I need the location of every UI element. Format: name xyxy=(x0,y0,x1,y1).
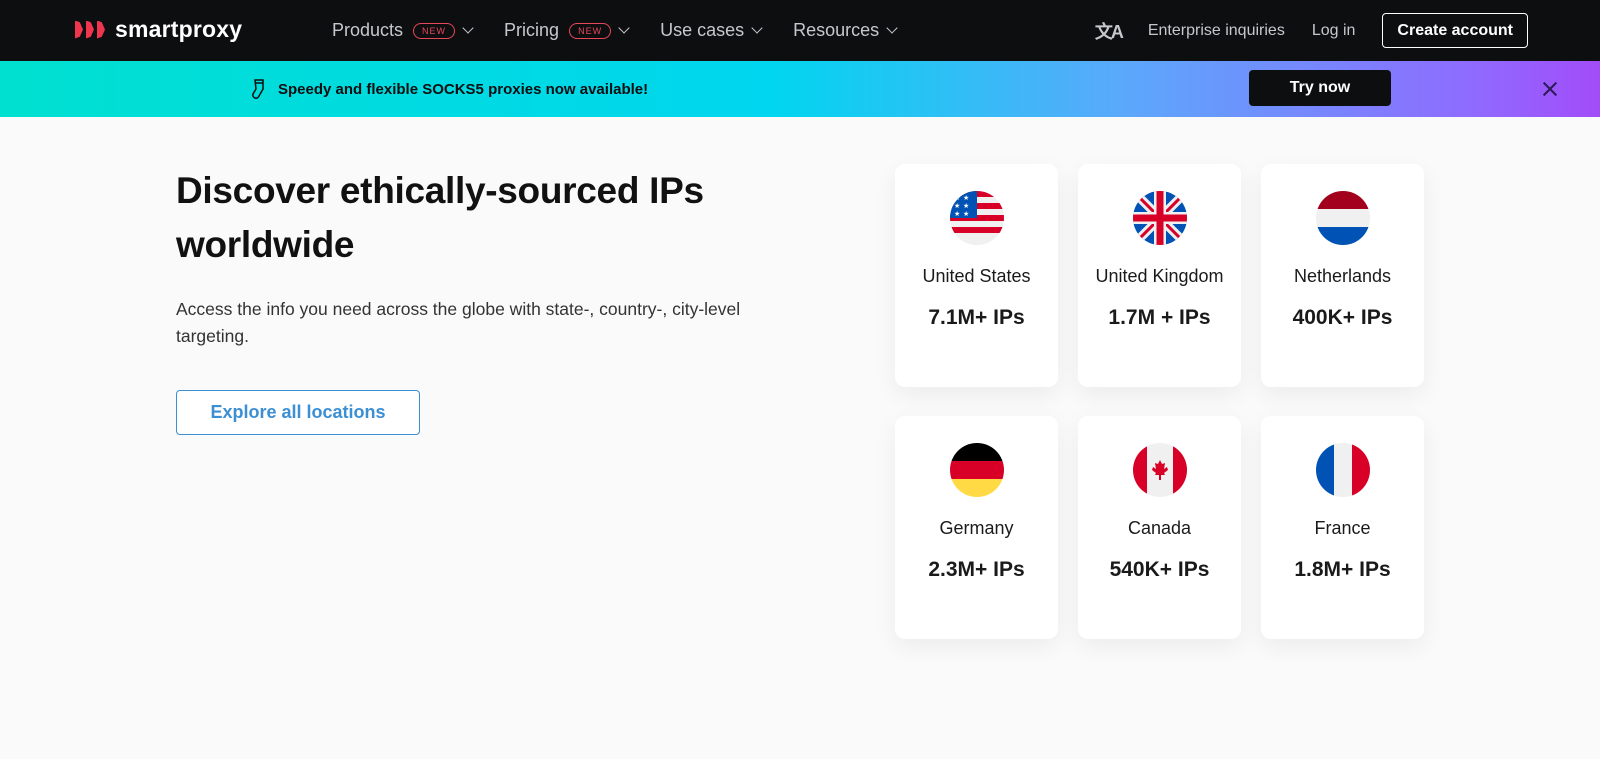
top-navigation: smartproxy Products NEW Pricing NEW Use … xyxy=(0,0,1600,61)
de-flag-icon xyxy=(949,443,1004,497)
menu-resources-label: Resources xyxy=(793,20,880,40)
ca-flag-icon xyxy=(1132,443,1187,497)
banner-message: Speedy and flexible SOCKS5 proxies now a… xyxy=(250,79,648,99)
new-badge: NEW xyxy=(413,22,456,39)
svg-text:★: ★ xyxy=(963,202,969,210)
explore-locations-button[interactable]: Explore all locations xyxy=(176,390,420,435)
brand-name: smartproxy xyxy=(115,16,243,42)
ip-count: 400K+ IPs xyxy=(1292,306,1393,329)
location-card-us[interactable]: ★ ★ ★ ★ ★ ★ United States 7.1M+ IPs xyxy=(895,164,1058,387)
chevron-down-icon xyxy=(618,22,630,34)
location-card-fr[interactable]: France 1.8M+ IPs xyxy=(1261,416,1424,639)
country-name: United Kingdom xyxy=(1095,266,1224,286)
chevron-down-icon xyxy=(462,22,474,34)
ip-count: 2.3M+ IPs xyxy=(928,558,1025,581)
chevron-down-icon xyxy=(751,22,763,34)
banner-text: Speedy and flexible SOCKS5 proxies now a… xyxy=(278,80,649,98)
location-card-de[interactable]: Germany 2.3M+ IPs xyxy=(895,416,1058,639)
svg-text:★: ★ xyxy=(954,202,960,210)
logo-mark-icon xyxy=(75,20,105,39)
menu-products[interactable]: Products NEW xyxy=(332,20,474,41)
menu-products-label: Products xyxy=(332,20,404,40)
sock-icon xyxy=(252,79,264,99)
location-card-nl[interactable]: Netherlands 400K+ IPs xyxy=(1261,164,1424,387)
location-card-uk[interactable]: United Kingdom 1.7M + IPs xyxy=(1078,164,1241,387)
create-account-button[interactable]: Create account xyxy=(1382,13,1528,48)
country-name: France xyxy=(1314,518,1371,538)
nav-actions: 文A Enterprise inquiries Log in Create ac… xyxy=(1095,0,1528,61)
locations-grid: ★ ★ ★ ★ ★ ★ United States 7.1M+ IPs United Ki… xyxy=(895,164,1424,639)
svg-text:★: ★ xyxy=(954,194,960,202)
uk-flag-icon xyxy=(1132,191,1187,245)
us-flag-icon: ★ ★★ ★★ ★ xyxy=(949,191,1004,245)
try-now-button[interactable]: Try now xyxy=(1249,70,1391,106)
fr-flag-icon xyxy=(1315,443,1370,497)
menu-use-cases-label: Use cases xyxy=(660,20,745,40)
menu-resources[interactable]: Resources xyxy=(793,20,898,41)
close-icon[interactable] xyxy=(1540,79,1560,99)
menu-use-cases[interactable]: Use cases xyxy=(660,20,763,41)
menu-pricing-label: Pricing xyxy=(504,20,560,40)
svg-text:★: ★ xyxy=(954,210,960,218)
country-name: Germany xyxy=(939,518,1014,538)
country-name: Netherlands xyxy=(1293,266,1392,286)
translate-icon[interactable]: 文A xyxy=(1095,18,1124,44)
enterprise-inquiries-link[interactable]: Enterprise inquiries xyxy=(1148,22,1285,40)
login-link[interactable]: Log in xyxy=(1312,22,1356,40)
ip-count: 540K+ IPs xyxy=(1109,558,1210,581)
ip-count: 1.8M+ IPs xyxy=(1294,558,1391,581)
menu-pricing[interactable]: Pricing NEW xyxy=(504,20,630,41)
new-badge: NEW xyxy=(569,22,612,39)
nl-flag-icon xyxy=(1315,191,1370,245)
svg-text:★: ★ xyxy=(963,194,969,202)
location-card-ca[interactable]: Canada 540K+ IPs xyxy=(1078,416,1241,639)
hero-description: Access the info you need across the glob… xyxy=(176,299,741,346)
chevron-down-icon xyxy=(886,22,898,34)
country-name: Canada xyxy=(1127,518,1192,538)
brand-logo[interactable]: smartproxy xyxy=(75,16,242,43)
page-title: Discover ethically-sourced IPs worldwide xyxy=(176,170,704,265)
ip-count: 1.7M + IPs xyxy=(1108,306,1211,329)
ip-count: 7.1M+ IPs xyxy=(928,306,1025,329)
country-name: United States xyxy=(922,266,1031,286)
main-menu: Products NEW Pricing NEW Use cases Resou… xyxy=(332,0,928,61)
svg-text:★: ★ xyxy=(963,210,969,218)
promo-banner: Speedy and flexible SOCKS5 proxies now a… xyxy=(0,61,1600,117)
